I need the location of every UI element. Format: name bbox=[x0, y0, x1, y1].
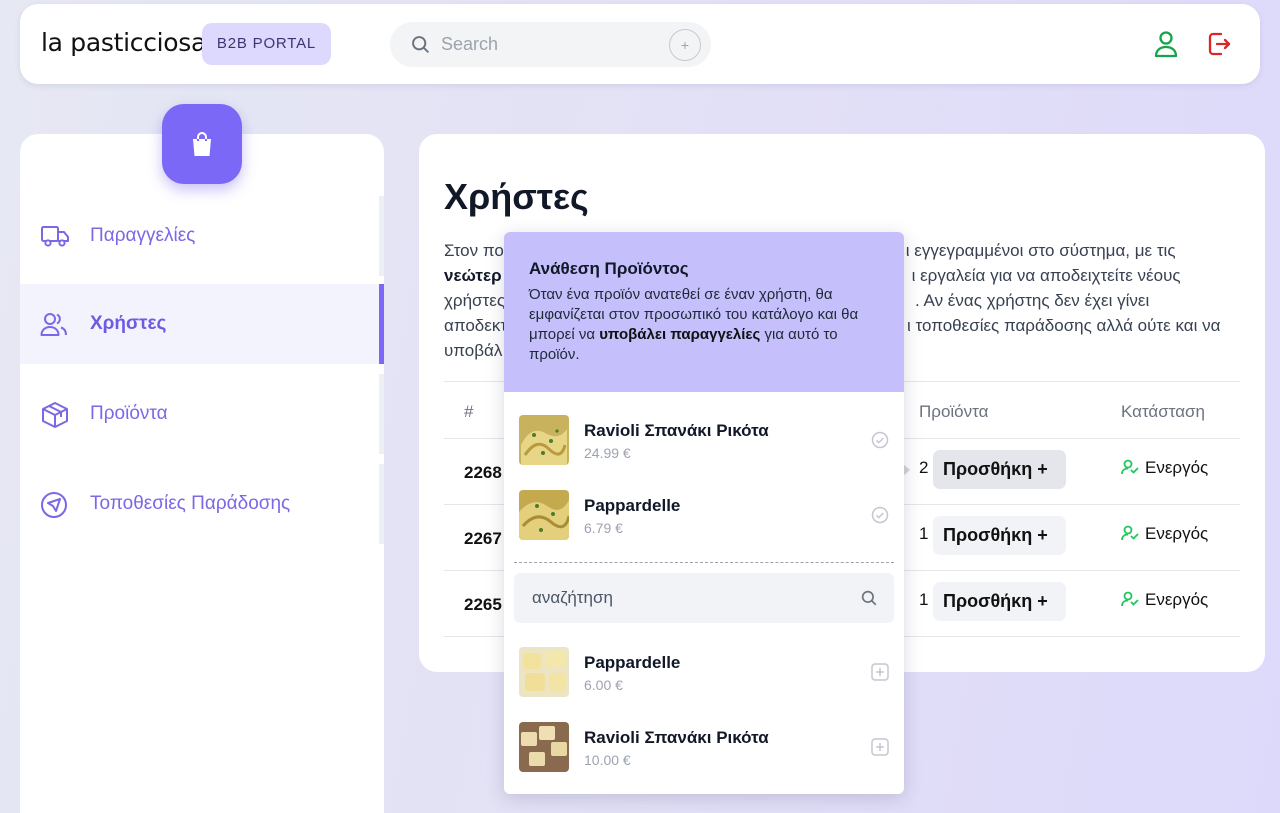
user-id: 2268 bbox=[464, 463, 502, 482]
sidebar-item-orders[interactable]: Παραγγελίες bbox=[20, 196, 384, 276]
product-name: Pappardelle bbox=[584, 496, 681, 515]
sidebar-item-label: Παραγγελίες bbox=[90, 225, 196, 246]
box-icon bbox=[40, 401, 70, 434]
brand-logo[interactable]: la pasticciosa bbox=[41, 28, 206, 57]
product-count: 1 bbox=[919, 524, 929, 543]
product-name: Pappardelle bbox=[584, 653, 681, 672]
product-name: Ravioli Σπανάκι Ρικότα bbox=[584, 421, 769, 440]
add-product-button[interactable]: Προσθήκη + bbox=[933, 450, 1066, 489]
desc-text: . Αν ένας χρήστης δεν έχει γίνει bbox=[915, 291, 1150, 310]
sidebar: Παραγγελίες Χρήστες Προϊόντα Τοποθεσίες … bbox=[20, 134, 384, 813]
plus-square-icon[interactable] bbox=[871, 738, 889, 761]
search-icon bbox=[861, 590, 877, 606]
desc-text: ι εγγεγραμμένοι στο σύστημα, με τις bbox=[905, 241, 1176, 260]
column-header-id[interactable]: # bbox=[464, 402, 473, 422]
product-name: Ravioli Σπανάκι Ρικότα bbox=[584, 728, 769, 747]
shopping-bag-icon bbox=[193, 132, 211, 156]
search-bar[interactable]: Search + bbox=[390, 22, 711, 67]
sidebar-item-edge bbox=[379, 464, 384, 544]
product-count: 1 bbox=[919, 590, 929, 609]
product-price: 24.99 € bbox=[584, 445, 631, 461]
top-header: la pasticciosa B2B PORTAL Search + bbox=[20, 4, 1260, 84]
desc-text: χρήστες bbox=[444, 291, 506, 310]
available-product-item[interactable]: Pappardelle 6.00 € bbox=[519, 647, 889, 697]
check-circle-icon[interactable] bbox=[871, 506, 889, 529]
portal-badge: B2B PORTAL bbox=[202, 23, 331, 65]
column-header-status[interactable]: Κατάσταση bbox=[1121, 402, 1205, 422]
location-icon bbox=[40, 491, 68, 524]
assign-product-popover: Ανάθεση Προϊόντος Όταν ένα προϊόν ανατεθ… bbox=[504, 232, 904, 794]
product-search-input[interactable]: αναζήτηση bbox=[532, 588, 613, 608]
sidebar-item-edge bbox=[379, 374, 384, 454]
desc-text: ι εργαλεία για να αποδειχτείτε νέους bbox=[911, 266, 1181, 285]
product-search-field[interactable]: αναζήτηση bbox=[514, 573, 894, 623]
sidebar-item-label: Χρήστες bbox=[90, 313, 167, 334]
caret-icon bbox=[903, 464, 910, 476]
product-price: 6.00 € bbox=[584, 677, 623, 693]
check-circle-icon[interactable] bbox=[871, 431, 889, 454]
status-badge: Ενεργός bbox=[1121, 458, 1208, 478]
product-thumbnail bbox=[519, 415, 569, 465]
sidebar-item-edge bbox=[379, 196, 384, 276]
logout-icon[interactable] bbox=[1206, 30, 1232, 63]
desc-text: υποβάλ bbox=[444, 341, 503, 360]
product-price: 6.79 € bbox=[584, 520, 623, 536]
popover-header: Ανάθεση Προϊόντος Όταν ένα προϊόν ανατεθ… bbox=[504, 232, 904, 392]
user-id: 2267 bbox=[464, 529, 502, 548]
desc-text-bold: νεώτερ bbox=[444, 266, 502, 285]
sidebar-item-delivery-locations[interactable]: Τοποθεσίες Παράδοσης bbox=[20, 464, 384, 544]
popover-description: Όταν ένα προϊόν ανατεθεί σε έναν χρήστη,… bbox=[529, 285, 880, 365]
search-icon bbox=[410, 34, 431, 60]
divider bbox=[514, 562, 894, 563]
status-label: Ενεργός bbox=[1145, 458, 1209, 477]
product-count: 2 bbox=[919, 458, 929, 477]
product-thumbnail bbox=[519, 647, 569, 697]
assigned-product-item[interactable]: Pappardelle 6.79 € bbox=[519, 490, 889, 540]
product-thumbnail bbox=[519, 490, 569, 540]
sidebar-item-products[interactable]: Προϊόντα bbox=[20, 374, 384, 454]
truck-icon bbox=[40, 223, 70, 254]
product-price: 10.00 € bbox=[584, 752, 631, 768]
shopping-bag-button[interactable] bbox=[162, 104, 242, 184]
add-product-button[interactable]: Προσθήκη + bbox=[933, 516, 1066, 555]
status-label: Ενεργός bbox=[1145, 524, 1209, 543]
desc-text: Στον πο bbox=[444, 241, 504, 260]
desc-text: αποδεκτ bbox=[444, 316, 508, 335]
status-badge: Ενεργός bbox=[1121, 590, 1208, 610]
search-add-button[interactable]: + bbox=[669, 29, 701, 61]
page-title: Χρήστες bbox=[444, 176, 589, 217]
user-check-icon bbox=[1121, 525, 1139, 541]
popover-title: Ανάθεση Προϊόντος bbox=[529, 259, 689, 278]
desc-text: ι τοποθεσίες παράδοσης αλλά ούτε και να bbox=[907, 316, 1221, 335]
sidebar-item-label: Προϊόντα bbox=[90, 403, 168, 424]
user-check-icon bbox=[1121, 591, 1139, 607]
add-product-button[interactable]: Προσθήκη + bbox=[933, 582, 1066, 621]
user-icon[interactable] bbox=[1153, 30, 1179, 63]
status-label: Ενεργός bbox=[1145, 590, 1209, 609]
users-icon bbox=[40, 311, 68, 342]
plus-square-icon[interactable] bbox=[871, 663, 889, 686]
available-product-item[interactable]: Ravioli Σπανάκι Ρικότα 10.00 € bbox=[519, 722, 889, 772]
popover-text-bold: υποβάλει παραγγελίες bbox=[599, 326, 761, 343]
status-badge: Ενεργός bbox=[1121, 524, 1208, 544]
column-header-products[interactable]: Προϊόντα bbox=[919, 402, 988, 422]
sidebar-item-users[interactable]: Χρήστες bbox=[20, 284, 384, 364]
sidebar-item-label: Τοποθεσίες Παράδοσης bbox=[90, 493, 291, 514]
product-thumbnail bbox=[519, 722, 569, 772]
user-id: 2265 bbox=[464, 595, 502, 614]
search-input[interactable]: Search bbox=[441, 34, 498, 55]
user-check-icon bbox=[1121, 459, 1139, 475]
assigned-product-item[interactable]: Ravioli Σπανάκι Ρικότα 24.99 € bbox=[519, 415, 889, 465]
sidebar-active-indicator bbox=[379, 284, 384, 364]
